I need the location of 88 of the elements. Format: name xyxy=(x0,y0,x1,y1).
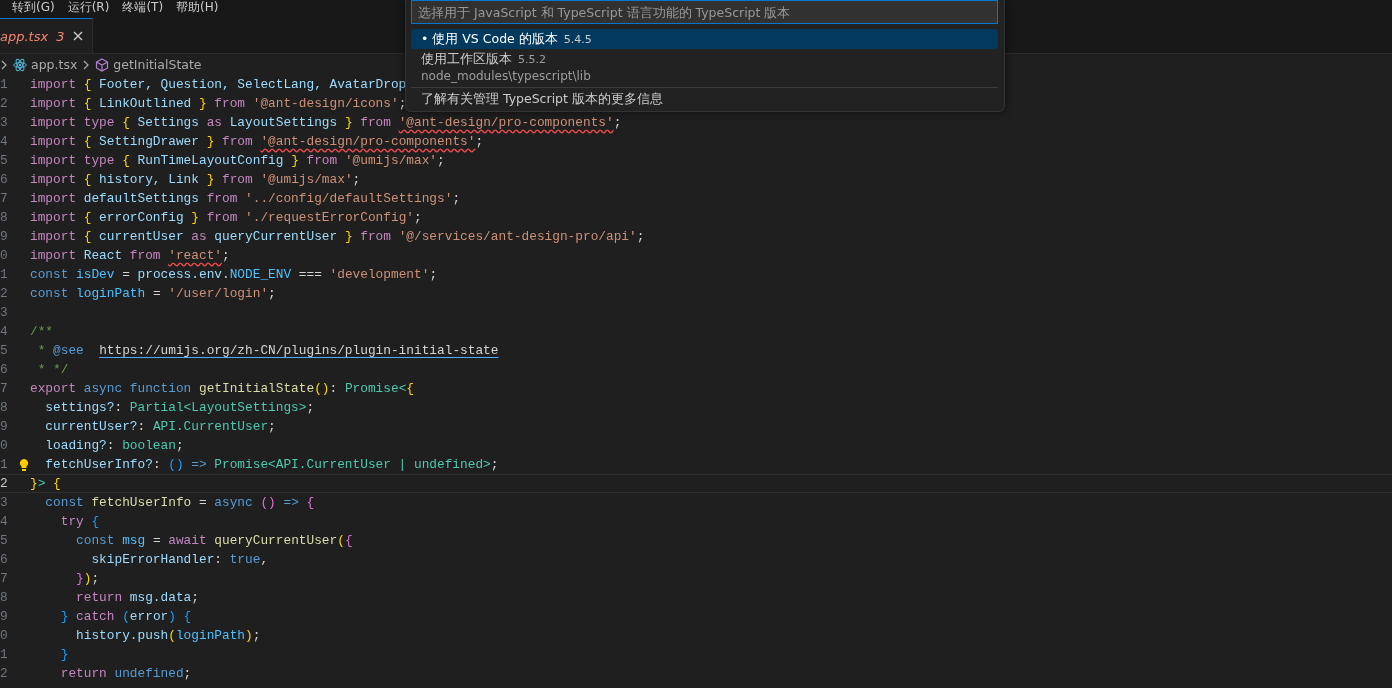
code-line: import defaultSettings from '../config/defaultSettings'; xyxy=(30,191,461,206)
code-line: import { SettingDrawer } from '@ant-design/pro-components'; xyxy=(30,134,484,149)
code-line: const isDev = process.env.NODE_ENV === 'development'; xyxy=(30,267,438,282)
line-number: 2 xyxy=(0,96,8,111)
lightbulb-icon[interactable] xyxy=(19,457,29,472)
breadcrumb-item[interactable]: app.tsx xyxy=(31,57,78,72)
close-icon[interactable] xyxy=(72,30,85,42)
code-line: loading?: boolean; xyxy=(44,438,184,453)
item-detail: node_modules\typescript\lib xyxy=(421,68,592,84)
menu-item[interactable]: 转到(G) xyxy=(12,0,55,14)
quick-pick-item[interactable]: 使用工作区版本 5.5.2 node_modules\typescript\lib xyxy=(411,49,998,85)
line-number: 6 xyxy=(0,172,8,187)
line-number: 3 xyxy=(0,305,8,320)
item-description: 5.4.5 xyxy=(563,33,592,46)
line-number: 8 xyxy=(0,400,8,415)
line-number: 1 xyxy=(0,457,8,472)
code-line: import type { RunTimeLayoutConfig } from '@umijs/max'; xyxy=(30,153,445,168)
code-line: try { xyxy=(59,514,100,529)
cube-icon xyxy=(95,57,110,72)
code-line: } xyxy=(59,647,69,662)
chevron-icon xyxy=(82,58,91,71)
problem-count: 3 xyxy=(56,28,65,44)
line-number: 9 xyxy=(0,419,8,434)
line-number: 7 xyxy=(0,381,8,396)
line-number: 0 xyxy=(0,438,8,453)
line-number: 4 xyxy=(0,514,8,529)
line-number: 9 xyxy=(0,609,8,624)
code-line: settings?: Partial<LayoutSettings>; xyxy=(44,400,315,415)
code-line: return msg.data; xyxy=(75,590,199,605)
code-line: /** xyxy=(30,324,54,339)
code-line: skipErrorHandler: true, xyxy=(90,552,269,567)
tab-label: app.tsx xyxy=(0,28,49,44)
item-label: 使用工作区版本 xyxy=(421,50,512,68)
code-line: } catch (error) { xyxy=(59,609,192,624)
line-number: 5 xyxy=(0,343,8,358)
line-number: 2 xyxy=(0,666,8,681)
menu-item[interactable]: 帮助(H) xyxy=(176,0,219,14)
line-number: 1 xyxy=(0,77,8,92)
line-number: 8 xyxy=(0,590,8,605)
line-number: 6 xyxy=(0,362,8,377)
line-number: 5 xyxy=(0,153,8,168)
line-number: 6 xyxy=(0,552,8,567)
code-line: }); xyxy=(75,571,100,586)
line-number: 7 xyxy=(0,571,8,586)
chevron-icon xyxy=(0,58,8,71)
code-line: export async function getInitialState(): Promise<{ xyxy=(30,381,414,396)
line-number: 1 xyxy=(0,647,8,662)
quick-pick-item[interactable]: • 使用 VS Code 的版本 5.4.5 xyxy=(411,29,998,49)
line-number: 3 xyxy=(0,115,8,130)
breadcrumb-item[interactable]: getInitialState xyxy=(113,57,202,72)
line-number: 0 xyxy=(0,248,8,263)
editor-tab[interactable]: app.tsx 3 xyxy=(0,18,94,53)
search-field[interactable]: 选择用于 JavaScript 和 TypeScript 语言功能的 TypeScript 版本 xyxy=(411,0,998,24)
quick-pick-item[interactable]: 了解有关管理 TypeScript 版本的更多信息 xyxy=(411,87,998,109)
code-line: const fetchUserInfo = async () => { xyxy=(44,495,315,510)
menu-item[interactable]: 终端(T) xyxy=(122,0,164,14)
line-number: 3 xyxy=(0,495,8,510)
code-line: import { history, Link } from '@umijs/max'; xyxy=(30,172,361,187)
code-line: * */ xyxy=(36,362,69,377)
line-number: 9 xyxy=(0,229,8,244)
line-number: 7 xyxy=(0,191,8,206)
item-label: • 使用 VS Code 的版本 xyxy=(421,30,558,48)
atom-icon xyxy=(13,57,27,72)
code-line: history.push(loginPath); xyxy=(75,628,261,643)
code-line: currentUser?: API.CurrentUser; xyxy=(44,419,276,434)
line-number: 8 xyxy=(0,210,8,225)
line-number: 4 xyxy=(0,324,8,339)
code-line: import { errorConfig } from './requestErrorConfig'; xyxy=(30,210,422,225)
code-line: const loginPath = '/user/login'; xyxy=(30,286,276,301)
code-line: import { LinkOutlined } from '@ant-design/icons'; xyxy=(30,96,407,111)
code-line: import React from 'react'; xyxy=(30,248,230,263)
item-label: 了解有关管理 TypeScript 版本的更多信息 xyxy=(421,90,663,108)
code-line: fetchUserInfo?: () => Promise<API.CurrentUser | undefined>; xyxy=(44,457,499,472)
item-description: 5.5.2 xyxy=(518,53,546,66)
code-line: const msg = await queryCurrentUser({ xyxy=(75,533,353,548)
line-number: 4 xyxy=(0,134,8,149)
line-number: 0 xyxy=(0,628,8,643)
code-line: import { Footer, Question, SelectLang, AvatarDrop xyxy=(30,77,407,92)
code-line: return undefined; xyxy=(59,666,192,681)
line-number: 2 xyxy=(0,286,8,301)
line-number: 5 xyxy=(0,533,8,548)
code-line: import { currentUser as queryCurrentUser } from '@/services/ant-design-pro/api'; xyxy=(30,229,645,244)
code-line: }> { xyxy=(30,476,61,491)
line-number: 2 xyxy=(0,476,8,491)
line-number: 1 xyxy=(0,267,8,282)
code-line: import type { Settings as LayoutSettings } from '@ant-design/pro-components'; xyxy=(30,115,622,130)
menu-item[interactable]: 运行(R) xyxy=(67,0,110,14)
code-line: * @see https://umijs.org/zh-CN/plugins/plugin-initial-state xyxy=(36,343,499,358)
